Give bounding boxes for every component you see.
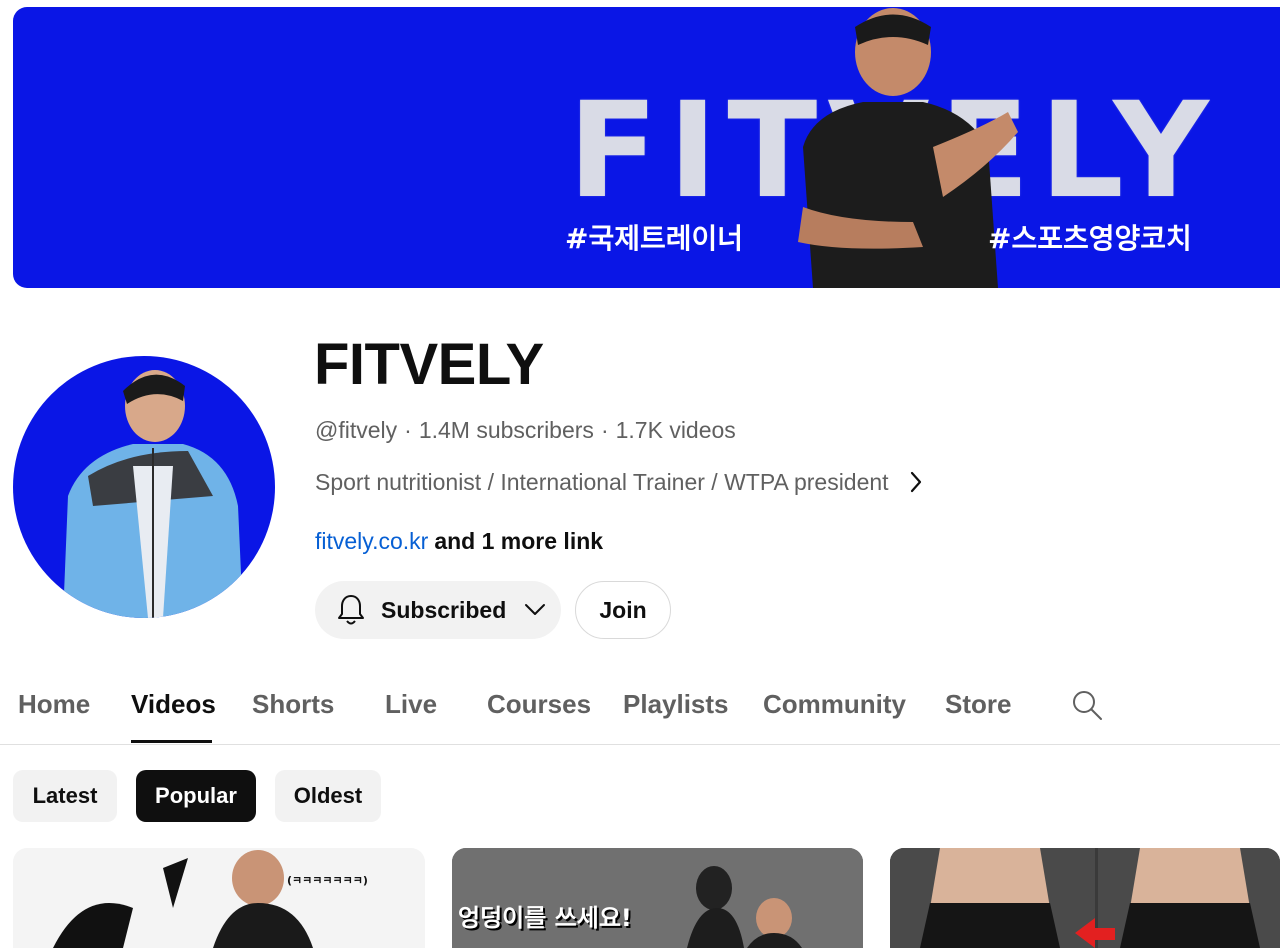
- avatar-person-image: [63, 370, 243, 618]
- channel-tabs: Home Videos Shorts Live Courses Playlist…: [0, 678, 1280, 745]
- channel-banner: FITVELY #국제트레이너 #스포츠영양코치: [13, 7, 1280, 288]
- channel-description[interactable]: Sport nutritionist / International Train…: [315, 468, 925, 496]
- chevron-down-icon: [525, 604, 546, 615]
- tab-shorts[interactable]: Shorts: [252, 688, 334, 720]
- channel-handle: @fitvely: [315, 417, 398, 443]
- chevron-right-icon[interactable]: [907, 468, 925, 496]
- tab-community[interactable]: Community: [763, 688, 906, 720]
- subscribed-button[interactable]: Subscribed: [315, 581, 561, 639]
- chip-oldest[interactable]: Oldest: [275, 770, 381, 822]
- separator: ·: [404, 417, 412, 443]
- thumbnail-image: [890, 848, 1280, 948]
- video-thumbnail[interactable]: 엉덩이를 쓰세요!: [452, 848, 863, 948]
- video-thumbnail[interactable]: (ㅋㅋㅋㅋㅋㅋㅋ): [13, 848, 425, 948]
- bell-icon: [338, 595, 364, 625]
- tab-store[interactable]: Store: [945, 688, 1011, 720]
- separator: ·: [600, 417, 609, 443]
- banner-tag-right: #스포츠영양코치: [988, 222, 1192, 255]
- thumbnail-caption: 엉덩이를 쓰세요!: [458, 904, 632, 932]
- tab-playlists[interactable]: Playlists: [623, 688, 729, 720]
- chip-popular[interactable]: Popular: [136, 770, 256, 822]
- active-tab-indicator: [131, 740, 212, 743]
- tab-live[interactable]: Live: [385, 688, 437, 720]
- tab-videos[interactable]: Videos: [131, 688, 216, 720]
- channel-avatar[interactable]: [13, 356, 275, 618]
- tab-courses[interactable]: Courses: [487, 688, 591, 720]
- banner-person-image: [798, 8, 1018, 288]
- tab-home[interactable]: Home: [18, 688, 90, 720]
- search-icon[interactable]: [1071, 689, 1103, 721]
- channel-name: FITVELY: [314, 332, 544, 397]
- channel-meta: @fitvely · 1.4M subscribers · 1.7K videos: [315, 416, 736, 444]
- join-button[interactable]: Join: [575, 581, 671, 639]
- thumbnail-caption: (ㅋㅋㅋㅋㅋㅋㅋ): [287, 874, 368, 887]
- more-links-button[interactable]: and 1 more link: [434, 528, 603, 554]
- subscribed-label: Subscribed: [381, 596, 507, 623]
- thumbnail-image: [53, 850, 313, 948]
- video-thumbnail[interactable]: [890, 848, 1280, 948]
- banner-tag-left: #국제트레이너: [565, 222, 744, 255]
- channel-website-link[interactable]: fitvely.co.kr: [315, 528, 428, 554]
- chip-latest[interactable]: Latest: [13, 770, 117, 822]
- description-text: Sport nutritionist / International Train…: [315, 469, 889, 495]
- video-count: 1.7K videos: [615, 417, 736, 443]
- channel-links: fitvely.co.kr and 1 more link: [315, 527, 603, 555]
- subscriber-count: 1.4M subscribers: [418, 417, 594, 443]
